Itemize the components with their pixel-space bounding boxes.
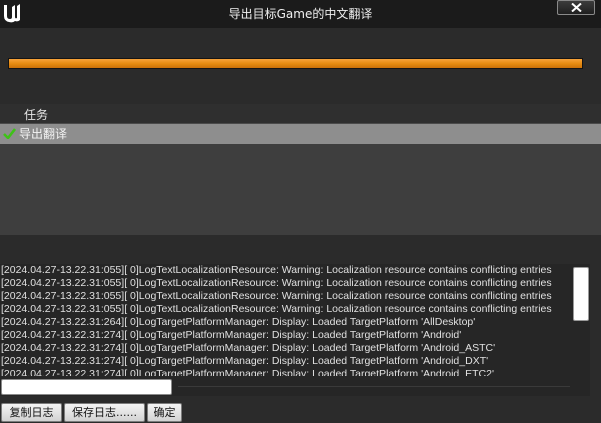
log-line: [2024.04.27-13.22.31:055][ 0]LogTextLoca… [1, 277, 552, 289]
close-button[interactable] [557, 0, 595, 15]
log-line: [2024.04.27-13.22.31:264][ 0]LogTargetPl… [1, 316, 476, 328]
log-panel: [2024.04.27-13.22.31:055][ 0]LogTextLoca… [0, 264, 590, 396]
window-title: 导出目标Game的中文翻译 [228, 7, 373, 21]
task-label: 导出翻译 [19, 127, 68, 141]
checkmark-icon [3, 128, 16, 139]
log-scrollbar-thumb[interactable] [573, 267, 589, 321]
title-bar: 导出目标Game的中文翻译 [0, 0, 601, 28]
log-line: [2024.04.27-13.22.31:055][ 0]LogTextLoca… [1, 290, 552, 302]
progress-bar [8, 58, 583, 69]
close-icon [571, 3, 582, 12]
task-row-export-translation[interactable]: 导出翻译 [0, 124, 601, 144]
progress-fill [9, 59, 582, 68]
log-line: [2024.04.27-13.22.31:274][ 0]LogTargetPl… [1, 342, 496, 354]
ok-button[interactable]: 确定 [147, 403, 182, 422]
log-line: [2024.04.27-13.22.31:274][ 0]LogTargetPl… [1, 329, 462, 341]
log-line: [2024.04.27-13.22.31:274][ 0]LogTargetPl… [1, 355, 489, 367]
task-list-header: 任务 [0, 104, 601, 124]
log-output[interactable]: [2024.04.27-13.22.31:055][ 0]LogTextLoca… [0, 264, 572, 376]
save-log-button[interactable]: 保存日志...... [64, 403, 145, 422]
task-column-header: 任务 [24, 108, 49, 122]
task-panel: 任务 导出翻译 [0, 104, 601, 235]
copy-log-button[interactable]: 复制日志 [1, 403, 62, 422]
log-line: [2024.04.27-13.22.31:274][ 0]LogTargetPl… [1, 368, 494, 376]
log-line: [2024.04.27-13.22.31:055][ 0]LogTextLoca… [1, 303, 552, 315]
divider [178, 386, 570, 387]
log-line: [2024.04.27-13.22.31:055][ 0]LogTextLoca… [1, 264, 552, 276]
console-command-input[interactable] [1, 379, 172, 395]
